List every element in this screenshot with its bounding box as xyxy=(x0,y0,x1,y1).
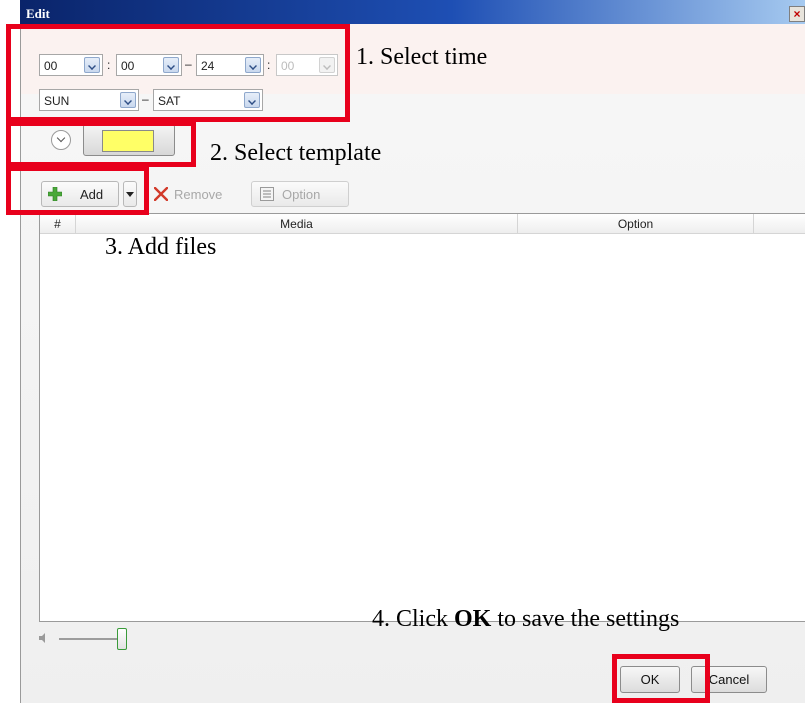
media-list[interactable]: # Media Option xyxy=(39,213,805,622)
edit-dialog: display Edit × 00 : 00 – 24 : 00 SUN xyxy=(0,0,805,703)
annotation-click-ok-post: to save the settings xyxy=(491,606,680,632)
annotation-click-ok: 4. Click OK to save the settings xyxy=(372,606,679,633)
remove-button[interactable]: Remove xyxy=(149,181,239,207)
column-header-index[interactable]: # xyxy=(40,214,76,234)
annotation-box-add xyxy=(6,166,149,215)
title-bar: Edit × xyxy=(20,0,805,24)
list-icon xyxy=(260,187,274,201)
column-header-media[interactable]: Media xyxy=(76,214,518,234)
speaker-icon xyxy=(39,633,45,643)
annotation-select-template: 2. Select template xyxy=(210,140,382,166)
column-header-filler xyxy=(754,214,805,234)
volume-slider-thumb[interactable] xyxy=(117,628,127,650)
annotation-box-ok xyxy=(612,654,710,703)
window-title: Edit xyxy=(26,6,50,21)
remove-button-label: Remove xyxy=(174,187,223,202)
annotation-add-files: 3. Add files xyxy=(105,234,217,260)
volume-track[interactable] xyxy=(59,638,117,640)
annotation-select-time: 1. Select time xyxy=(356,44,488,70)
column-header-option[interactable]: Option xyxy=(518,214,754,234)
annotation-click-ok-pre: 4. Click xyxy=(372,606,454,632)
close-icon[interactable]: × xyxy=(789,6,805,22)
option-button-label: Option xyxy=(282,187,321,202)
annotation-box-template xyxy=(6,121,196,167)
annotation-click-ok-bold: OK xyxy=(454,606,492,632)
option-button[interactable]: Option xyxy=(251,181,349,207)
annotation-box-time xyxy=(6,24,350,122)
x-icon xyxy=(154,187,168,201)
